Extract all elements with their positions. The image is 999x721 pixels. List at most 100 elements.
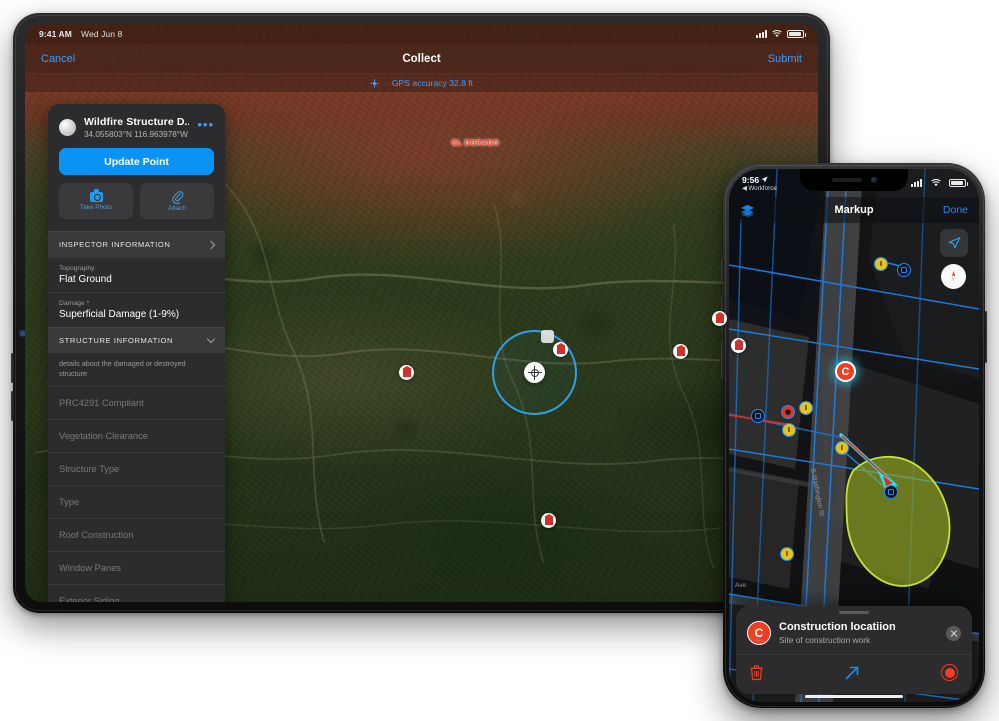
chevron-down-icon xyxy=(206,334,216,344)
tablet-screen: 9:41 AM Wed Jun 8 Cancel Collect Submit xyxy=(25,24,818,602)
home-indicator[interactable] xyxy=(805,694,903,698)
field-type[interactable]: Type xyxy=(48,485,225,519)
construction-pin-icon[interactable]: C xyxy=(835,361,856,382)
phone-silent-switch[interactable] xyxy=(721,259,724,281)
section-title: INSPECTOR INFORMATION xyxy=(59,240,171,249)
trash-icon[interactable] xyxy=(750,665,763,681)
hydrant-icon[interactable]: I xyxy=(874,257,888,271)
field-structure-type[interactable]: Structure Type xyxy=(48,452,225,486)
phone-nav-bar: Markup Done xyxy=(729,197,979,223)
battery-icon xyxy=(787,30,806,38)
camera-icon xyxy=(89,189,103,202)
location-arrow-icon xyxy=(761,176,768,183)
front-camera-icon xyxy=(870,177,877,183)
form-title: Wildfire Structure D... xyxy=(84,116,190,128)
construction-badge-icon: C • • • xyxy=(747,621,771,645)
phone-power-button[interactable] xyxy=(984,311,987,363)
field-prc4291-compliant[interactable]: PRC4291 Compliant xyxy=(48,386,225,420)
phone-device: S Washington St Ave I ◉ I I I I C 9:56 ◀… xyxy=(721,163,987,708)
gps-accuracy-icon xyxy=(370,79,379,88)
compass-icon[interactable] xyxy=(941,264,966,289)
card-toolbar xyxy=(736,654,972,694)
record-button-icon[interactable] xyxy=(941,664,958,681)
building-footprint-marker xyxy=(541,330,554,343)
earpiece-speaker xyxy=(831,178,862,182)
cellular-signal-icon xyxy=(756,30,767,38)
form-header: Wildfire Structure D... 34.055803°N 116.… xyxy=(48,104,225,148)
damaged-structure-icon[interactable] xyxy=(673,344,688,359)
alarm-icon[interactable]: ◉ xyxy=(781,405,795,419)
chevron-right-icon xyxy=(206,240,216,249)
take-photo-button[interactable]: Take Photo xyxy=(59,183,133,219)
section-header-inspector-information[interactable]: INSPECTOR INFORMATION xyxy=(48,231,225,257)
tablet-volume-down-button[interactable] xyxy=(11,391,14,421)
gps-accuracy-bar[interactable]: · GPS accuracy 32.8 ft xyxy=(25,74,818,92)
tablet-device: 9:41 AM Wed Jun 8 Cancel Collect Submit xyxy=(11,13,830,613)
phone-notch xyxy=(800,169,908,191)
field-exterior-siding[interactable]: Exterior Siding xyxy=(48,584,225,602)
phone-page-title: Markup xyxy=(834,204,874,216)
field-vegetation-clearance[interactable]: Vegetation Clearance xyxy=(48,419,225,453)
damaged-structure-icon[interactable] xyxy=(541,513,556,528)
damaged-structure-icon[interactable] xyxy=(731,338,746,353)
hydrant-icon[interactable]: I xyxy=(835,441,849,455)
battery-icon xyxy=(949,179,968,187)
more-options-button[interactable]: ••• xyxy=(197,118,214,134)
attach-button[interactable]: Attach xyxy=(140,183,214,219)
damaged-structure-icon[interactable] xyxy=(553,342,568,357)
phone-screen: S Washington St Ave I ◉ I I I I C 9:56 ◀… xyxy=(729,169,979,702)
hydrant-icon[interactable]: I xyxy=(780,547,794,561)
done-button[interactable]: Done xyxy=(943,204,968,216)
field-window-panes[interactable]: Window Panes xyxy=(48,551,225,585)
field-placeholder: Window Panes xyxy=(59,563,122,574)
tablet-status-bar: 9:41 AM Wed Jun 8 xyxy=(25,24,818,44)
svg-text:Ave: Ave xyxy=(735,582,746,589)
crosshair-target-icon[interactable] xyxy=(524,362,545,383)
valve-icon[interactable] xyxy=(751,409,765,423)
tablet-volume-up-button[interactable] xyxy=(11,353,14,383)
field-damage[interactable]: Damage * Superficial Damage (1-9%) xyxy=(48,292,225,327)
badge-sub: • • • xyxy=(756,637,762,642)
close-circle-icon[interactable] xyxy=(946,625,961,641)
field-placeholder: Type xyxy=(59,497,80,508)
update-point-button[interactable]: Update Point xyxy=(59,148,214,175)
phone-status-time: 9:56 xyxy=(742,174,760,185)
phone-volume-down-button[interactable] xyxy=(721,341,724,379)
gps-separator: · xyxy=(383,78,387,88)
field-placeholder: Roof Construction xyxy=(59,530,134,541)
hydrant-icon[interactable]: I xyxy=(782,423,796,437)
damaged-structure-icon[interactable] xyxy=(712,311,727,326)
damaged-structure-icon[interactable] xyxy=(399,365,414,380)
field-roof-construction[interactable]: Roof Construction xyxy=(48,518,225,552)
back-app-label[interactable]: Workforce xyxy=(748,185,777,192)
section-description: details about the damaged or destroyed s… xyxy=(48,353,225,387)
field-placeholder: PRC4291 Compliant xyxy=(59,398,144,409)
field-label: Damage * xyxy=(59,300,90,307)
field-value: Flat Ground xyxy=(59,274,112,285)
field-label: Topography xyxy=(59,265,95,272)
valve-icon[interactable] xyxy=(884,485,898,499)
wifi-icon xyxy=(772,30,782,38)
navigate-arrow-icon[interactable] xyxy=(940,229,968,257)
page-title: Collect xyxy=(402,52,441,65)
collect-form-panel: Wildfire Structure D... 34.055803°N 116.… xyxy=(48,104,225,602)
form-coordinates: 34.055803°N 116.963978°W xyxy=(84,130,188,139)
arrow-up-right-icon[interactable] xyxy=(844,665,860,681)
hydrant-icon[interactable]: I xyxy=(799,401,813,415)
card-subtitle: Site of construction work xyxy=(779,634,871,645)
field-placeholder: Vegetation Clearance xyxy=(59,431,148,442)
valve-icon[interactable] xyxy=(897,263,911,277)
layers-icon[interactable] xyxy=(740,204,755,217)
cancel-button[interactable]: Cancel xyxy=(41,53,75,65)
tablet-status-date: Wed Jun 8 xyxy=(80,29,123,39)
back-triangle-icon: ◀ xyxy=(742,184,747,192)
screenshot-stage: 9:41 AM Wed Jun 8 Cancel Collect Submit xyxy=(0,0,999,721)
submit-button[interactable]: Submit xyxy=(768,53,802,65)
cellular-signal-icon xyxy=(911,179,922,187)
section-header-structure-information[interactable]: STRUCTURE INFORMATION xyxy=(48,327,225,353)
attach-label: Attach xyxy=(167,205,187,212)
tablet-nav-bar: Cancel Collect Submit xyxy=(25,44,818,74)
field-topography[interactable]: Topography Flat Ground xyxy=(48,257,225,292)
map-place-label: EL DORADO xyxy=(452,140,500,147)
card-title: Construction locatiion xyxy=(779,621,896,634)
